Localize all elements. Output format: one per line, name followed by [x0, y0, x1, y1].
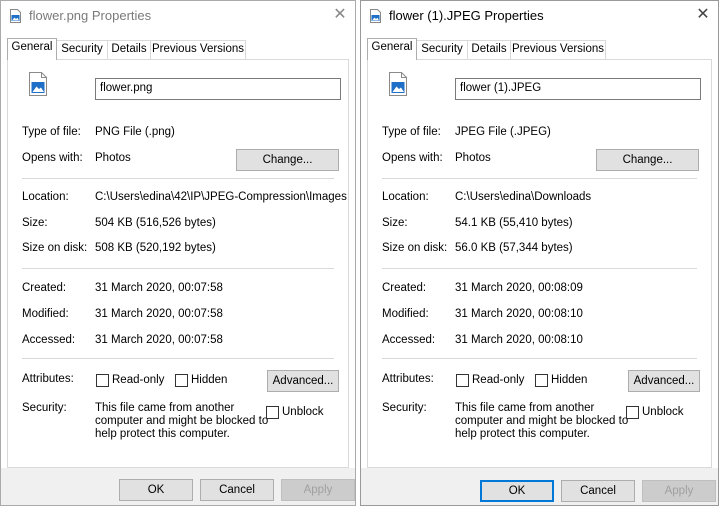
size-on-disk-value: 508 KB (520,192 bytes): [95, 242, 216, 254]
apply-button: Apply: [642, 480, 716, 502]
type-label: Type of file:: [22, 126, 81, 138]
hidden-checkbox[interactable]: [535, 374, 548, 387]
hidden-label[interactable]: Hidden: [551, 374, 587, 386]
created-value: 31 March 2020, 00:08:09: [455, 282, 583, 294]
cancel-button[interactable]: Cancel: [200, 479, 274, 501]
title-bar[interactable]: flower.png Properties ✕: [1, 1, 355, 31]
filename-field[interactable]: flower.png: [95, 78, 341, 100]
separator: [22, 268, 334, 269]
type-value: JPEG File (.JPEG): [455, 126, 551, 138]
size-on-disk-label: Size on disk:: [382, 242, 448, 254]
security-label: Security:: [382, 402, 427, 414]
created-value: 31 March 2020, 00:07:58: [95, 282, 223, 294]
location-value: C:\Users\edina\Downloads: [455, 191, 592, 203]
size-value: 504 KB (516,526 bytes): [95, 217, 216, 229]
advanced-button[interactable]: Advanced...: [628, 370, 700, 392]
security-label: Security:: [22, 402, 67, 414]
security-message-line: computer and might be blocked to: [95, 415, 269, 427]
location-label: Location:: [382, 191, 429, 203]
image-file-icon: [370, 9, 381, 23]
location-label: Location:: [22, 191, 69, 203]
opens-with-value: Photos: [95, 152, 131, 164]
filename-field[interactable]: flower (1).JPEG: [455, 78, 701, 100]
accessed-label: Accessed:: [22, 334, 76, 346]
security-message: This file came from another computer and…: [95, 402, 268, 441]
opens-with-label: Opens with:: [382, 152, 443, 164]
separator: [382, 178, 697, 179]
type-value: PNG File (.png): [95, 126, 175, 138]
security-message-line: computer and might be blocked to: [455, 415, 629, 427]
close-icon[interactable]: ✕: [329, 4, 351, 26]
opens-with-label: Opens with:: [22, 152, 83, 164]
general-panel: flower.png Type of file: PNG File (.png)…: [7, 59, 349, 468]
change-button[interactable]: Change...: [596, 149, 699, 171]
security-message-line: This file came from another: [455, 402, 595, 414]
unblock-checkbox[interactable]: [266, 406, 279, 419]
unblock-label[interactable]: Unblock: [642, 406, 684, 418]
apply-button: Apply: [281, 479, 355, 501]
attributes-label: Attributes:: [22, 373, 74, 385]
security-message-line: help protect this computer.: [455, 428, 590, 440]
accessed-value: 31 March 2020, 00:07:58: [95, 334, 223, 346]
tab-general[interactable]: General: [7, 38, 57, 60]
cancel-button[interactable]: Cancel: [561, 480, 635, 502]
location-value: C:\Users\edina\42\IP\JPEG-Compression\Im…: [95, 191, 347, 203]
security-message-line: help protect this computer.: [95, 428, 230, 440]
separator: [22, 178, 334, 179]
readonly-checkbox[interactable]: [456, 374, 469, 387]
image-file-icon: [389, 72, 407, 96]
readonly-label[interactable]: Read-only: [472, 374, 524, 386]
tab-details[interactable]: Details: [467, 40, 511, 59]
type-label: Type of file:: [382, 126, 441, 138]
hidden-checkbox[interactable]: [175, 374, 188, 387]
hidden-label[interactable]: Hidden: [191, 374, 227, 386]
tab-security[interactable]: Security: [416, 40, 468, 59]
accessed-label: Accessed:: [382, 334, 436, 346]
readonly-checkbox[interactable]: [96, 374, 109, 387]
close-icon[interactable]: ✕: [692, 4, 714, 26]
change-button[interactable]: Change...: [236, 149, 339, 171]
modified-label: Modified:: [382, 308, 429, 320]
modified-value: 31 March 2020, 00:08:10: [455, 308, 583, 320]
security-message: This file came from another computer and…: [455, 402, 628, 441]
size-on-disk-label: Size on disk:: [22, 242, 88, 254]
unblock-checkbox[interactable]: [626, 406, 639, 419]
image-file-icon: [10, 9, 21, 23]
ok-button[interactable]: OK: [119, 479, 193, 501]
modified-value: 31 March 2020, 00:07:58: [95, 308, 223, 320]
advanced-button[interactable]: Advanced...: [267, 370, 339, 392]
size-label: Size:: [22, 217, 48, 229]
opens-with-value: Photos: [455, 152, 491, 164]
size-on-disk-value: 56.0 KB (57,344 bytes): [455, 242, 573, 254]
general-panel: flower (1).JPEG Type of file: JPEG File …: [367, 59, 712, 468]
tab-general[interactable]: General: [367, 38, 417, 60]
properties-window-flower-jpeg: flower (1).JPEG Properties ✕ General Sec…: [360, 0, 719, 506]
image-file-icon: [29, 72, 47, 96]
window-title: flower (1).JPEG Properties: [389, 8, 544, 23]
ok-button[interactable]: OK: [480, 480, 554, 502]
accessed-value: 31 March 2020, 00:08:10: [455, 334, 583, 346]
separator: [382, 268, 697, 269]
tab-details[interactable]: Details: [107, 40, 151, 59]
properties-window-flower-png: flower.png Properties ✕ General Security…: [0, 0, 356, 506]
dialog-footer: OK Cancel Apply: [1, 468, 355, 505]
created-label: Created:: [382, 282, 427, 294]
dialog-footer: OK Cancel Apply: [361, 468, 718, 505]
separator: [22, 358, 334, 359]
size-value: 54.1 KB (55,410 bytes): [455, 217, 573, 229]
title-bar[interactable]: flower (1).JPEG Properties ✕: [361, 1, 718, 31]
readonly-label[interactable]: Read-only: [112, 374, 164, 386]
created-label: Created:: [22, 282, 67, 294]
attributes-label: Attributes:: [382, 373, 434, 385]
tab-security[interactable]: Security: [56, 40, 108, 59]
size-label: Size:: [382, 217, 408, 229]
unblock-label[interactable]: Unblock: [282, 406, 324, 418]
separator: [382, 358, 697, 359]
security-message-line: This file came from another: [95, 402, 235, 414]
tab-previous-versions[interactable]: Previous Versions: [510, 40, 606, 59]
window-title: flower.png Properties: [29, 8, 152, 23]
tab-previous-versions[interactable]: Previous Versions: [150, 40, 246, 59]
modified-label: Modified:: [22, 308, 69, 320]
